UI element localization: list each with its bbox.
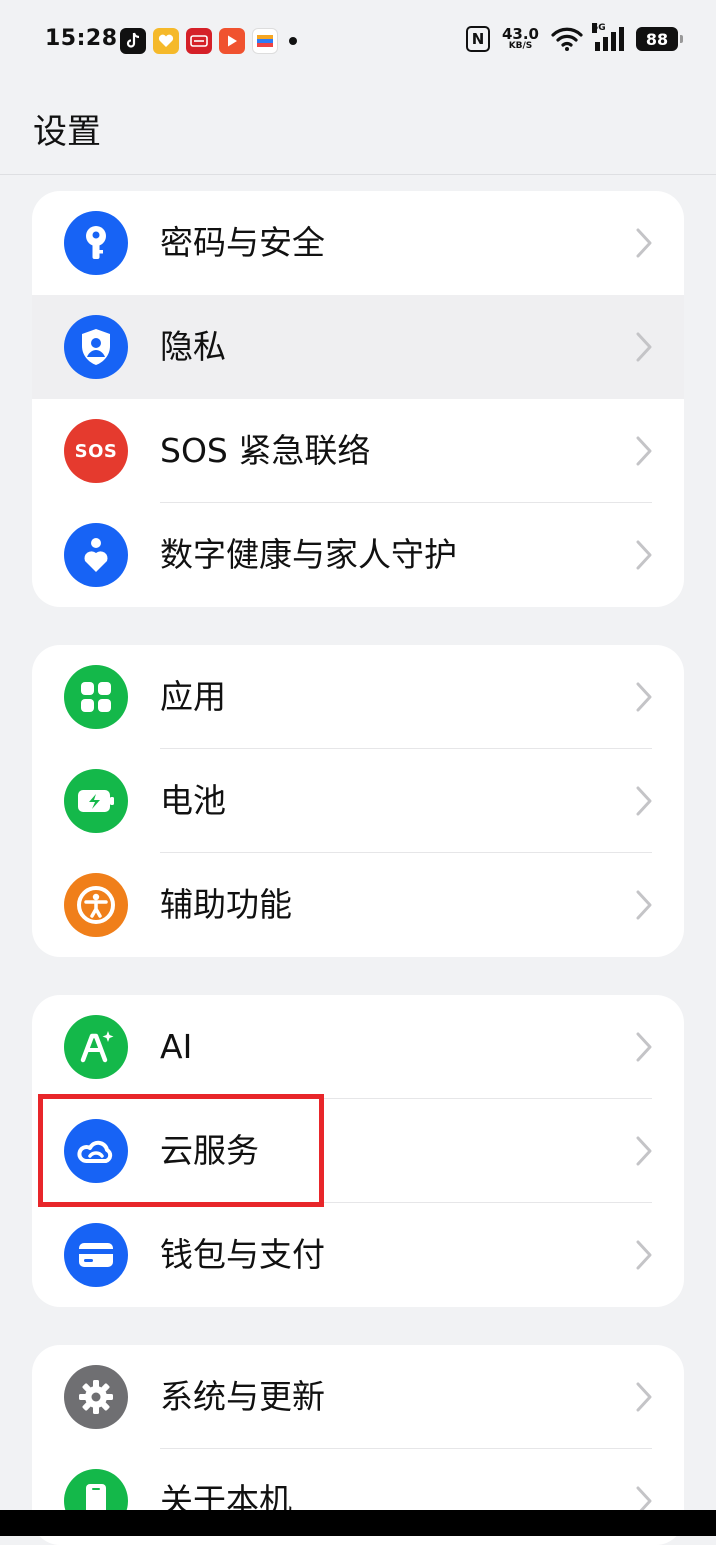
key-icon — [64, 211, 128, 275]
settings-item-wallet-payment[interactable]: 钱包与支付 — [32, 1203, 684, 1307]
speed-unit: KB/S — [508, 41, 533, 51]
settings-item-apps[interactable]: 应用 — [32, 645, 684, 749]
settings-item-digital-wellbeing[interactable]: 数字健康与家人守护 — [32, 503, 684, 607]
news-app-icon — [186, 28, 212, 54]
settings-item-label: 应用 — [160, 677, 226, 716]
wallet-app-icon — [252, 28, 278, 54]
shield-user-icon — [64, 315, 128, 379]
chevron-right-icon — [636, 228, 652, 258]
wifi-icon — [551, 27, 583, 51]
network-type: 5G — [592, 23, 606, 33]
settings-item-privacy[interactable]: 隐私 — [32, 295, 684, 399]
header-divider — [0, 174, 716, 175]
page-title: 设置 — [33, 112, 101, 152]
chevron-right-icon — [636, 332, 652, 362]
settings-group-apps: 应用 电池 辅助功能 — [32, 645, 684, 957]
battery-indicator: 88 — [636, 27, 683, 51]
chevron-right-icon — [636, 540, 652, 570]
more-notifications-dot — [289, 37, 297, 45]
settings-item-label: SOS 紧急联络 — [160, 431, 371, 470]
settings-group-security: 密码与安全 隐私 SOS SOS 紧急联络 数字健康与家人守护 — [32, 191, 684, 607]
settings-item-label: 数字健康与家人守护 — [160, 535, 457, 574]
settings-item-label: 系统与更新 — [160, 1377, 325, 1416]
battery-icon — [64, 769, 128, 833]
sos-icon: SOS — [64, 419, 128, 483]
ai-sparkle-icon — [64, 1015, 128, 1079]
settings-item-accessibility[interactable]: 辅助功能 — [32, 853, 684, 957]
cell-signal-icon: 5G — [592, 23, 624, 51]
status-bar: 15:28 N 43.0 KB/S 5G 88 — [0, 0, 716, 84]
settings-item-label: 隐私 — [160, 327, 226, 366]
status-time: 15:28 — [45, 26, 118, 51]
heart-app-icon — [153, 28, 179, 54]
apps-grid-icon — [64, 665, 128, 729]
person-heart-icon — [64, 523, 128, 587]
chevron-right-icon — [636, 436, 652, 466]
chevron-right-icon — [636, 682, 652, 712]
settings-item-password-security[interactable]: 密码与安全 — [32, 191, 684, 295]
settings-item-battery[interactable]: 电池 — [32, 749, 684, 853]
accessibility-icon — [64, 873, 128, 937]
highlight-box — [38, 1094, 324, 1207]
settings-item-ai[interactable]: AI — [32, 995, 684, 1099]
nfc-icon: N — [465, 26, 490, 52]
settings-item-label: AI — [160, 1027, 193, 1066]
status-indicators: N 43.0 KB/S 5G 88 — [465, 23, 683, 52]
video-app-icon — [219, 28, 245, 54]
chevron-right-icon — [636, 1382, 652, 1412]
gear-icon — [64, 1365, 128, 1429]
settings-item-label: 辅助功能 — [160, 885, 292, 924]
settings-item-system-update[interactable]: 系统与更新 — [32, 1345, 684, 1449]
settings-item-label: 钱包与支付 — [160, 1235, 325, 1274]
sos-icon-text: SOS — [74, 440, 118, 462]
chevron-right-icon — [636, 1032, 652, 1062]
network-speed: 43.0 KB/S — [502, 27, 539, 51]
settings-item-sos[interactable]: SOS SOS 紧急联络 — [32, 399, 684, 503]
tiktok-icon — [120, 28, 146, 54]
chevron-right-icon — [636, 1240, 652, 1270]
notification-icons — [120, 28, 297, 54]
settings-item-label: 电池 — [160, 781, 226, 820]
speed-value: 43.0 — [501, 25, 539, 43]
bottom-bar — [0, 1510, 716, 1536]
chevron-right-icon — [636, 1136, 652, 1166]
wallet-card-icon — [64, 1223, 128, 1287]
chevron-right-icon — [636, 786, 652, 816]
chevron-right-icon — [636, 890, 652, 920]
settings-item-label: 密码与安全 — [160, 223, 325, 262]
